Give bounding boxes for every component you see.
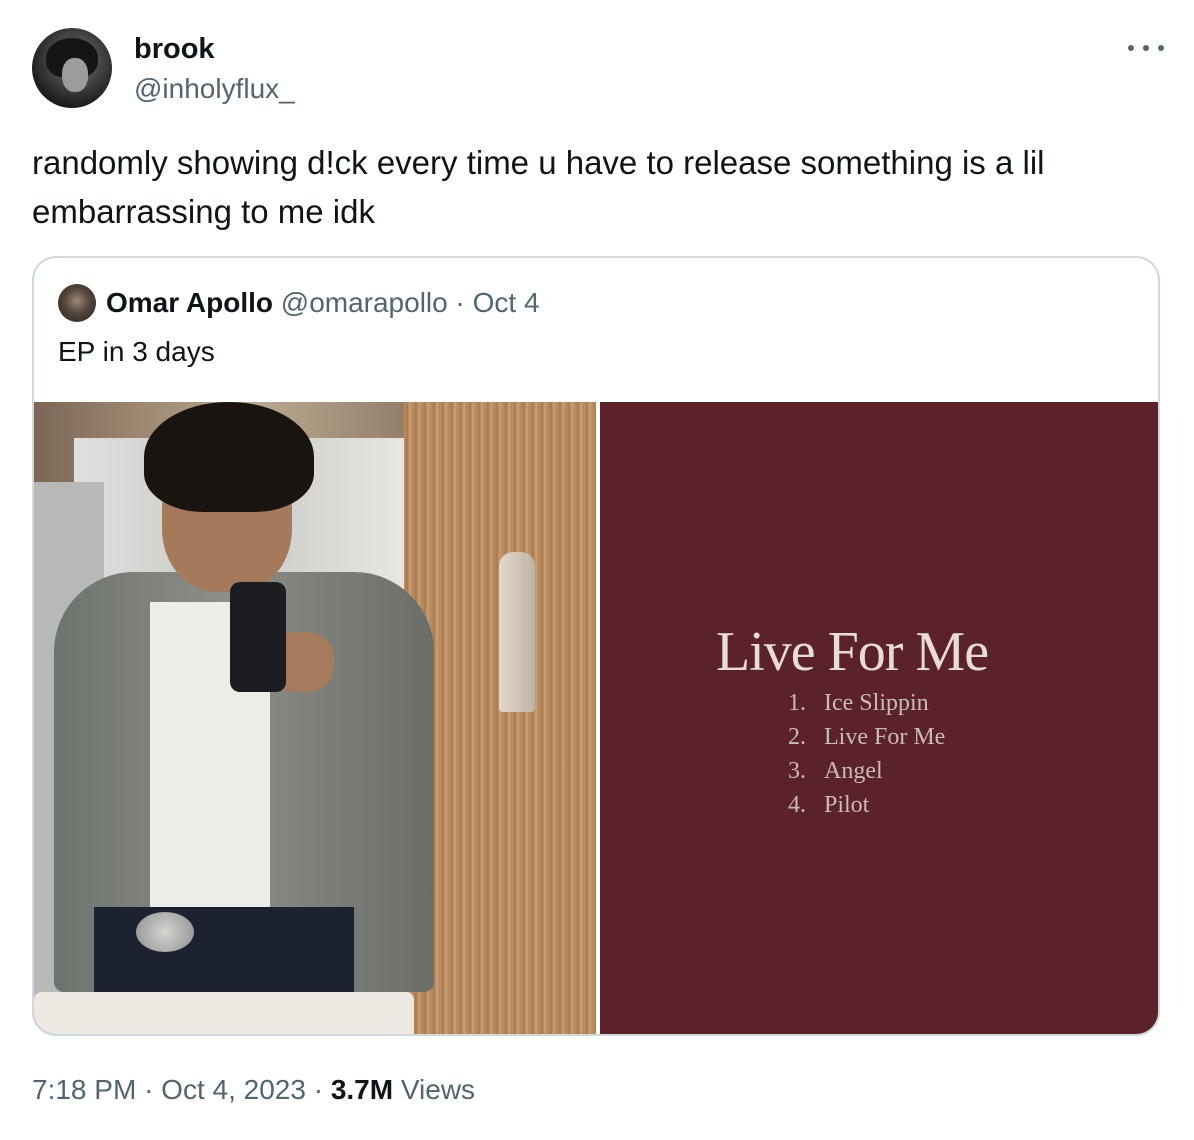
meta-separator: · (313, 1074, 324, 1105)
more-dot (1158, 45, 1164, 51)
meta-separator: · (144, 1074, 154, 1105)
cover-title: Live For Me (716, 621, 989, 683)
quoted-separator: · (455, 287, 465, 318)
photo-phone (230, 582, 286, 692)
ep-cover-image[interactable]: Live For Me 1. Ice Slippin 2. Live For Me … (600, 402, 1158, 1034)
track-item: 2. Live For Me (788, 724, 946, 750)
more-dot (1143, 45, 1149, 51)
quoted-author-avatar[interactable] (58, 284, 96, 322)
quoted-header: Omar Apollo @omarapollo · Oct 4 (106, 286, 540, 320)
views-count: 3.7M (330, 1074, 394, 1105)
quoted-text: EP in 3 days (58, 336, 215, 367)
author-avatar[interactable] (32, 28, 112, 108)
mirror-selfie-photo[interactable] (34, 402, 596, 1034)
author-display-name[interactable]: brook (134, 32, 215, 66)
tweet-text: randomly showing d!ck every time u have … (32, 144, 1045, 230)
quoted-date[interactable]: Oct 4 (473, 287, 540, 318)
track-item: 3. Angel (788, 758, 883, 784)
tweet-date[interactable]: Oct 4, 2023 (161, 1074, 306, 1105)
quoted-tweet[interactable]: Omar Apollo @omarapollo · Oct 4 EP in 3 … (32, 256, 1160, 1036)
avatar-face (62, 58, 88, 92)
photo-sink (34, 992, 414, 1034)
track-item: 1. Ice Slippin (788, 690, 929, 716)
views-label: Views (400, 1074, 476, 1105)
photo-belt-buckle (136, 912, 194, 952)
more-horizontal-icon[interactable] (1128, 38, 1164, 58)
photo-hair (144, 402, 314, 512)
author-handle[interactable]: @inholyflux_ (134, 72, 295, 106)
quoted-media: Live For Me 1. Ice Slippin 2. Live For Me … (34, 402, 1158, 1034)
tweet-meta: 7:18 PM · Oct 4, 2023 · 3.7M Views (32, 1072, 475, 1108)
cover-tracklist: 1. Ice Slippin 2. Live For Me 3. Angel 4. Pi… (788, 686, 945, 822)
more-dot (1128, 45, 1134, 51)
quoted-author-name[interactable]: Omar Apollo (106, 287, 273, 318)
photo-sconce (499, 552, 535, 712)
track-item: 4. Pilot (788, 792, 870, 818)
quoted-author-handle[interactable]: @omarapollo (281, 287, 448, 318)
tweet-time[interactable]: 7:18 PM (32, 1074, 136, 1105)
